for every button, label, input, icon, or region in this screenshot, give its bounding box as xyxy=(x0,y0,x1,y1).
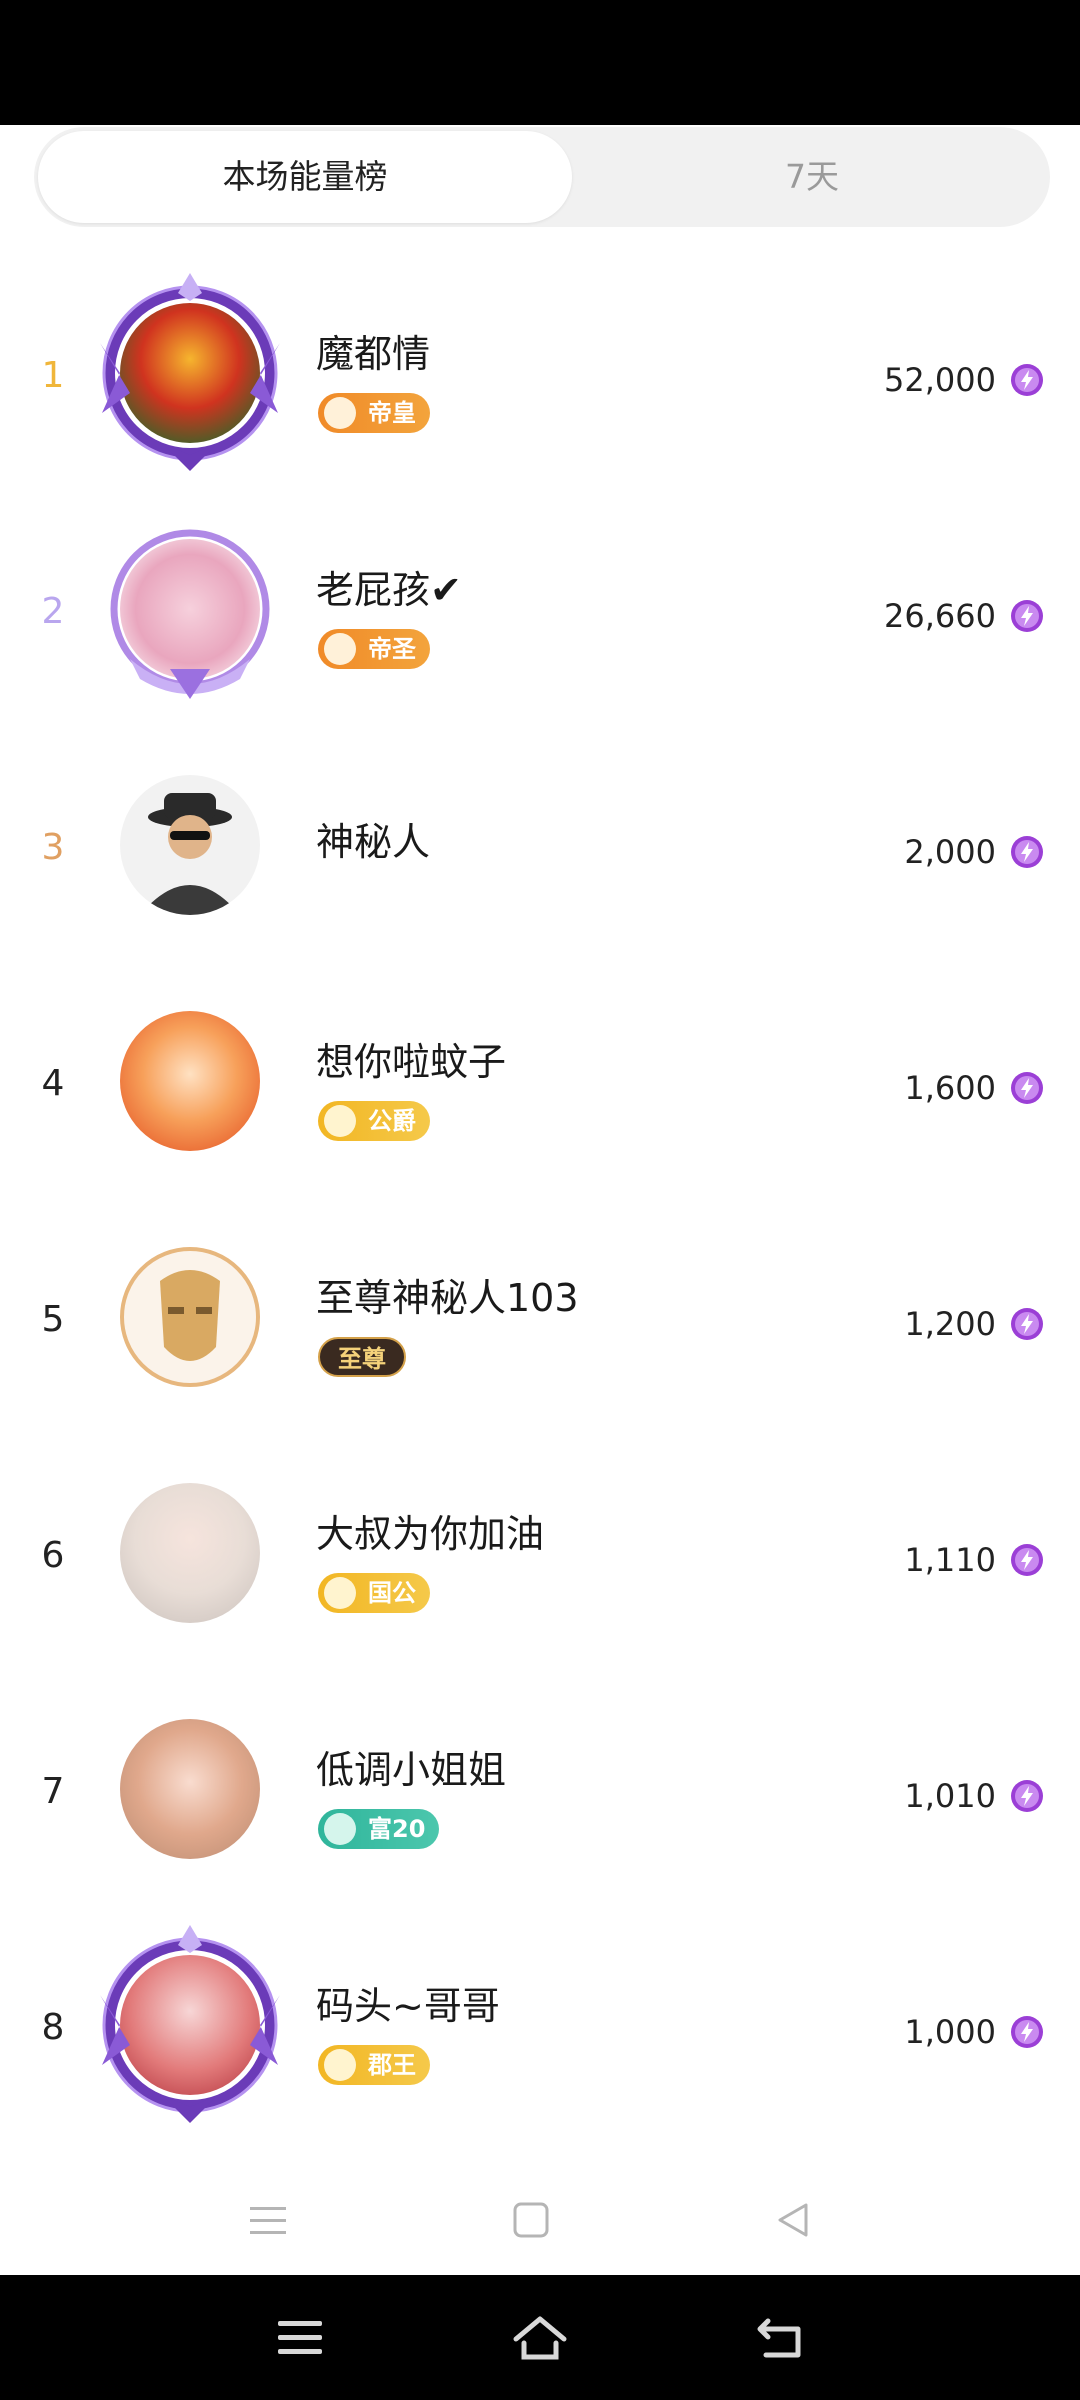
badge-label: 国公 xyxy=(368,1579,416,1607)
coin-icon xyxy=(324,1105,356,1137)
rank-number: 5 xyxy=(41,1299,65,1340)
list-item[interactable]: 6 大叔为你加油 国公 1,110 xyxy=(0,1425,1080,1661)
golden-mask-icon xyxy=(160,1270,220,1361)
tab-session-energy-rank[interactable]: 本场能量榜 xyxy=(38,131,572,223)
avatar-image xyxy=(120,1011,260,1151)
rank-number: 6 xyxy=(41,1535,65,1576)
user-name[interactable]: 码头~哥哥 xyxy=(316,1975,500,2030)
level-badge: 公爵 xyxy=(318,1101,430,1141)
avatar[interactable] xyxy=(108,1235,272,1399)
avatar-image xyxy=(120,1247,260,1387)
user-name[interactable]: 魔都情 xyxy=(316,323,430,378)
status-bar xyxy=(0,0,1080,125)
rank-number: 1 xyxy=(41,355,65,396)
user-name[interactable]: 想你啦蚊子 xyxy=(316,1031,506,1086)
rank-number: 8 xyxy=(41,2007,65,2048)
list-item[interactable]: 1 魔都情 帝皇 52,000 xyxy=(0,245,1080,481)
emperor-frame-icon xyxy=(100,273,280,471)
avatar-image xyxy=(120,1719,260,1859)
level-badge: 帝圣 xyxy=(318,629,430,669)
list-item[interactable]: 7 低调小姐姐 富20 1,010 xyxy=(0,1661,1080,1897)
user-name[interactable]: 神秘人 xyxy=(316,811,430,866)
list-item[interactable]: 8 码头~哥哥 郡王 1,000 xyxy=(0,1897,1080,2133)
home-square-icon[interactable] xyxy=(512,2201,550,2239)
user-name[interactable]: 至尊神秘人103 xyxy=(316,1267,579,1322)
tab-bar: 本场能量榜 7天 xyxy=(34,127,1050,227)
rank-number: 3 xyxy=(41,827,65,868)
energy-score: 1,600 xyxy=(904,1069,996,1107)
avatar-image xyxy=(120,1483,260,1623)
badge-label: 郡王 xyxy=(368,2051,416,2079)
energy-icon xyxy=(1011,364,1043,396)
list-item[interactable]: 2 老屁孩✔ 帝圣 26,660 xyxy=(0,481,1080,717)
user-name[interactable]: 低调小姐姐 xyxy=(316,1739,506,1794)
system-nav-bar xyxy=(0,2275,1080,2400)
user-name[interactable]: 老屁孩✔ xyxy=(316,559,462,614)
avatar[interactable] xyxy=(108,1471,272,1635)
back-icon[interactable] xyxy=(756,2313,806,2361)
badge-label: 至尊 xyxy=(338,1345,386,1373)
menu-icon[interactable] xyxy=(248,2203,288,2239)
menu-icon[interactable] xyxy=(276,2317,324,2357)
coin-icon xyxy=(324,1577,356,1609)
soft-nav-bar xyxy=(0,2165,1080,2275)
energy-icon xyxy=(1011,600,1043,632)
avatar[interactable] xyxy=(100,1925,280,2123)
energy-icon xyxy=(1011,2016,1043,2048)
level-badge: 帝皇 xyxy=(318,393,430,433)
tab-7-days[interactable]: 7天 xyxy=(574,127,1050,227)
emperor-frame-icon xyxy=(100,1925,280,2123)
energy-score: 2,000 xyxy=(904,833,996,871)
energy-score: 1,110 xyxy=(904,1541,996,1579)
back-triangle-icon[interactable] xyxy=(774,2201,812,2239)
avatar[interactable] xyxy=(100,273,280,471)
user-name[interactable]: 大叔为你加油 xyxy=(316,1503,544,1558)
avatar[interactable] xyxy=(108,763,272,927)
energy-icon xyxy=(1011,836,1043,868)
home-icon[interactable] xyxy=(510,2313,570,2361)
coin-icon xyxy=(324,2049,356,2081)
diamond-icon xyxy=(324,397,356,429)
avatar[interactable] xyxy=(108,527,272,699)
rank-number: 4 xyxy=(41,1063,65,1104)
badge-label: 富20 xyxy=(368,1815,426,1843)
list-item[interactable]: 3 神秘人 2,000 xyxy=(0,717,1080,953)
badge-label: 帝圣 xyxy=(368,635,416,663)
mystery-man-icon xyxy=(140,793,240,915)
crest-icon xyxy=(324,633,356,665)
energy-icon xyxy=(1011,1072,1043,1104)
energy-score: 26,660 xyxy=(884,597,996,635)
rank-number: 2 xyxy=(41,591,65,632)
list-item[interactable]: 4 想你啦蚊子 公爵 1,600 xyxy=(0,953,1080,1189)
energy-icon xyxy=(1011,1308,1043,1340)
avatar[interactable] xyxy=(108,999,272,1163)
energy-score: 1,200 xyxy=(904,1305,996,1343)
level-badge: 富20 xyxy=(318,1809,440,1849)
saint-frame-icon xyxy=(110,529,270,699)
energy-icon xyxy=(1011,1780,1043,1812)
triangle-icon xyxy=(324,1813,356,1845)
badge-label: 帝皇 xyxy=(368,399,416,427)
avatar[interactable] xyxy=(108,1707,272,1871)
energy-score: 1,010 xyxy=(904,1777,996,1815)
energy-score: 52,000 xyxy=(884,361,996,399)
energy-score: 1,000 xyxy=(904,2013,996,2051)
level-badge: 至尊 xyxy=(318,1337,406,1377)
list-item[interactable]: 5 至尊神秘人103 至尊 1,200 xyxy=(0,1189,1080,1425)
rank-number: 7 xyxy=(41,1771,65,1812)
badge-label: 公爵 xyxy=(368,1107,416,1135)
avatar-image xyxy=(120,775,260,915)
level-badge: 国公 xyxy=(318,1573,430,1613)
level-badge: 郡王 xyxy=(318,2045,430,2085)
energy-icon xyxy=(1011,1544,1043,1576)
